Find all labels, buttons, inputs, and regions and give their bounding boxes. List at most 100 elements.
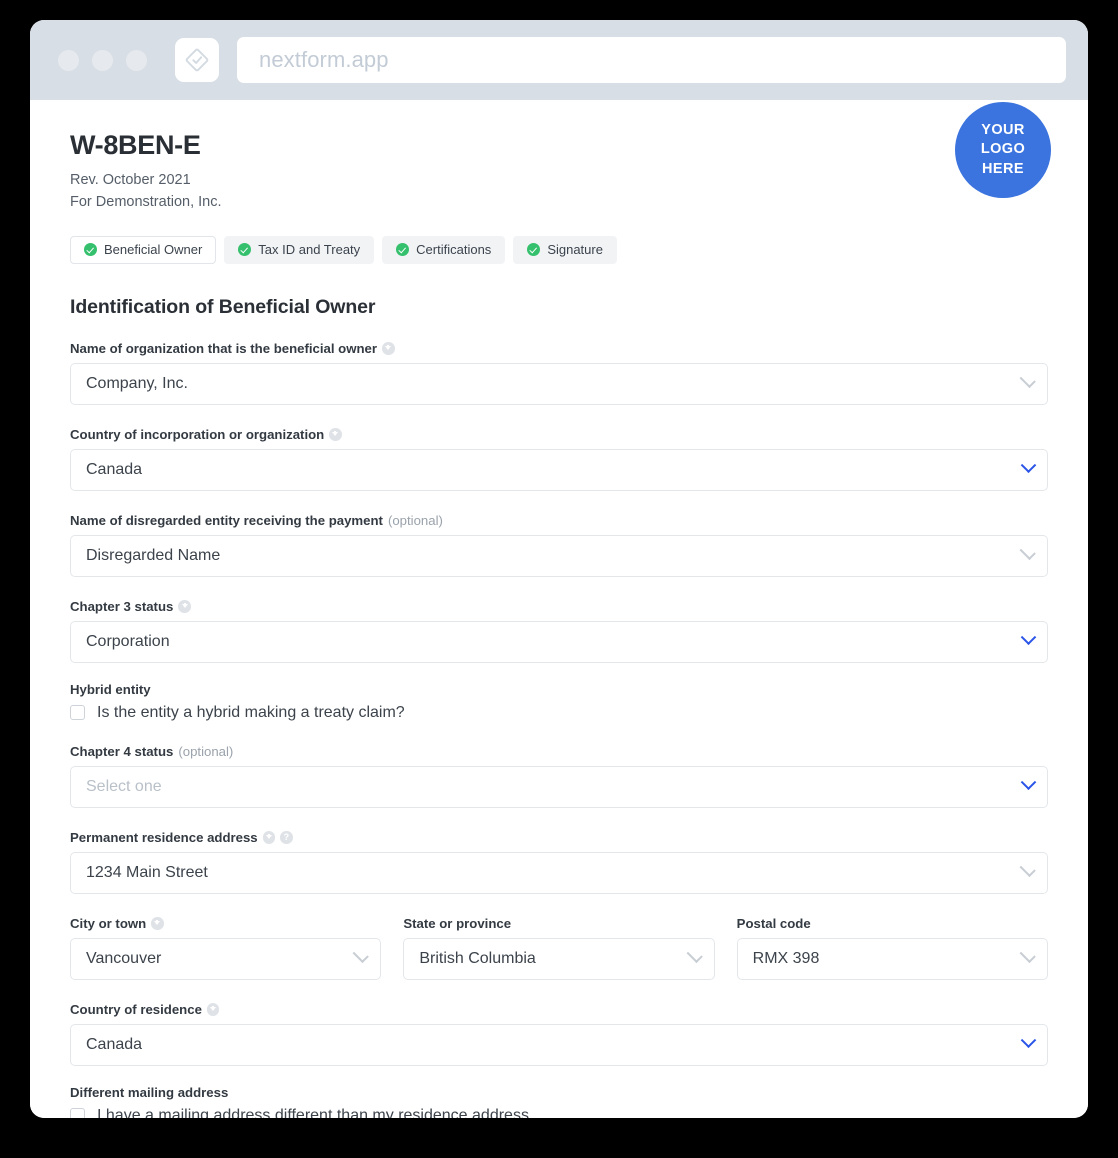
traffic-dot-3[interactable]	[126, 49, 147, 71]
field-label: Chapter 4 status (optional)	[70, 744, 1048, 759]
diamond-check-icon	[175, 38, 219, 82]
field-country-incorporation: Country of incorporation or organization	[70, 427, 1048, 491]
check-circle-icon	[84, 243, 97, 257]
form-page: YOUR LOGO HERE W-8BEN-E Rev. October 202…	[30, 100, 1088, 1118]
country-incorporation-select[interactable]	[70, 448, 1048, 491]
select-wrapper	[70, 1023, 1048, 1066]
label-text: State or province	[403, 915, 512, 931]
input-wrapper	[403, 937, 715, 980]
hybrid-entity-checkbox[interactable]	[70, 705, 85, 721]
logo-line-3: HERE	[982, 160, 1024, 177]
address-bar[interactable]: nextform.app	[237, 37, 1066, 83]
input-wrapper	[70, 534, 1048, 577]
disregarded-entity-input[interactable]	[70, 534, 1048, 577]
info-arrow-icon[interactable]	[329, 428, 342, 441]
field-label: Country of incorporation or organization	[70, 427, 1048, 442]
optional-tag: (optional)	[178, 743, 234, 759]
field-label: City or town	[70, 916, 381, 931]
form-revision: Rev. October 2021	[70, 172, 191, 188]
optional-tag: (optional)	[387, 512, 443, 528]
logo-line-2: LOGO	[980, 141, 1026, 158]
label-text: Hybrid entity	[70, 681, 151, 697]
field-country-residence: Country of residence	[70, 1002, 1048, 1066]
input-wrapper	[736, 937, 1048, 980]
city-input[interactable]	[70, 937, 382, 980]
state-input[interactable]	[403, 937, 715, 980]
help-question-icon[interactable]: ?	[280, 831, 293, 844]
label-text: Country of incorporation or organization	[70, 426, 325, 442]
label-text: Name of disregarded entity receiving the…	[70, 512, 383, 528]
chapter4-status-select[interactable]	[70, 765, 1048, 808]
field-chapter3-status: Chapter 3 status	[70, 599, 1048, 663]
field-postal-code: Postal code	[736, 916, 1048, 980]
chapter3-status-select[interactable]	[70, 620, 1048, 663]
label-text: Different mailing address	[70, 1084, 229, 1100]
traffic-dot-1[interactable]	[58, 49, 79, 71]
org-name-input[interactable]	[70, 362, 1048, 405]
tab-label: Beneficial Owner	[104, 242, 203, 258]
mailing-address-checkbox[interactable]	[70, 1108, 85, 1118]
label-text: City or town	[70, 915, 147, 931]
postal-code-input[interactable]	[736, 937, 1048, 980]
field-label: Chapter 3 status	[70, 599, 1048, 614]
country-residence-select[interactable]	[70, 1023, 1048, 1066]
field-label: Permanent residence address ?	[70, 830, 1048, 845]
logo-line-1: YOUR	[981, 121, 1025, 138]
tab-beneficial-owner[interactable]: Beneficial Owner	[70, 235, 217, 264]
label-text: Postal code	[736, 915, 811, 931]
tab-label: Signature	[547, 242, 603, 258]
section-title: Identification of Beneficial Owner	[70, 295, 376, 318]
hybrid-entity-checkbox-row[interactable]: Is the entity a hybrid making a treaty c…	[70, 704, 1048, 722]
field-label: Hybrid entity	[70, 682, 1048, 697]
mailing-address-checkbox-row[interactable]: I have a mailing address different than …	[70, 1107, 1048, 1118]
label-text: Permanent residence address	[70, 829, 258, 845]
hybrid-entity-checkbox-label: Is the entity a hybrid making a treaty c…	[97, 703, 405, 721]
label-text: Name of organization that is the benefic…	[70, 340, 378, 356]
field-label: Name of organization that is the benefic…	[70, 341, 1048, 356]
info-arrow-icon[interactable]	[382, 342, 395, 355]
screenshot-root: nextform.app YOUR LOGO HERE W-8BEN-E Rev…	[0, 0, 1118, 1158]
page-title: W-8BEN-E	[70, 130, 201, 160]
field-label: Country of residence	[70, 1002, 1048, 1017]
select-wrapper	[70, 620, 1048, 663]
field-city: City or town	[70, 916, 382, 980]
label-text: Chapter 4 status	[70, 743, 174, 759]
window-controls	[58, 49, 147, 71]
field-state: State or province	[403, 915, 715, 980]
input-wrapper	[70, 362, 1048, 405]
field-org-name: Name of organization that is the benefic…	[70, 341, 1048, 405]
tab-signature[interactable]: Signature	[513, 235, 617, 264]
tab-label: Tax ID and Treaty	[258, 242, 361, 258]
field-hybrid-entity: Hybrid entity Is the entity a hybrid mak…	[70, 682, 1048, 722]
info-arrow-icon[interactable]	[178, 600, 191, 613]
mailing-address-checkbox-label: I have a mailing address different than …	[97, 1106, 534, 1118]
tab-label: Certifications	[416, 242, 492, 258]
check-circle-icon	[238, 243, 252, 257]
url-text: nextform.app	[259, 47, 389, 72]
form-company: For Demonstration, Inc.	[70, 194, 222, 211]
browser-chrome: nextform.app	[30, 20, 1088, 100]
permanent-address-input[interactable]	[70, 851, 1048, 894]
label-text: Chapter 3 status	[70, 598, 174, 614]
field-label: Different mailing address	[70, 1085, 1048, 1100]
tab-certifications[interactable]: Certifications	[382, 235, 506, 264]
info-arrow-icon[interactable]	[206, 1003, 220, 1016]
check-circle-icon	[527, 243, 541, 257]
input-wrapper	[70, 851, 1048, 894]
address-row: City or town State or province	[70, 916, 1048, 980]
label-text: Country of residence	[70, 1001, 202, 1017]
browser-window: nextform.app YOUR LOGO HERE W-8BEN-E Rev…	[30, 20, 1088, 1118]
field-permanent-address: Permanent residence address ?	[70, 830, 1048, 894]
select-wrapper	[70, 448, 1048, 491]
field-label: Postal code	[737, 916, 1048, 931]
tab-tax-id-and-treaty[interactable]: Tax ID and Treaty	[224, 235, 375, 264]
info-arrow-icon[interactable]	[262, 831, 276, 844]
input-wrapper	[70, 937, 382, 980]
form-steps: Beneficial Owner Tax ID and Treaty Certi…	[70, 235, 1048, 264]
select-wrapper	[70, 765, 1048, 808]
field-disregarded-entity: Name of disregarded entity receiving the…	[70, 513, 1048, 577]
traffic-dot-2[interactable]	[92, 49, 113, 71]
check-circle-icon	[396, 243, 410, 257]
field-chapter4-status: Chapter 4 status (optional)	[70, 744, 1048, 808]
info-arrow-icon[interactable]	[151, 917, 164, 930]
